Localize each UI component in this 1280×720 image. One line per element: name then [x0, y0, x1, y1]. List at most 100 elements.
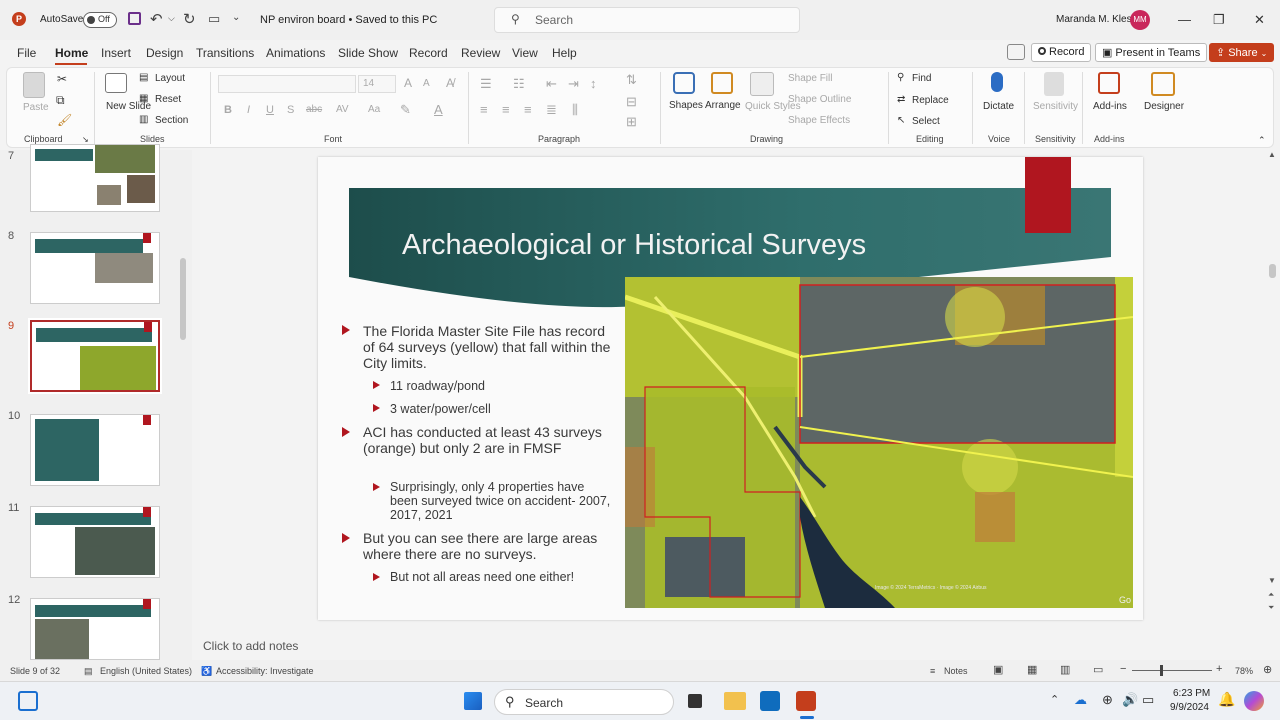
highlight-icon[interactable]: ✎: [400, 102, 411, 118]
numbering-icon[interactable]: ☷: [513, 76, 525, 92]
quick-styles-button[interactable]: Quick Styles: [745, 100, 801, 113]
slide-thumbnail-12[interactable]: [30, 598, 160, 660]
network-icon[interactable]: ⊕: [1102, 692, 1113, 708]
zoom-level[interactable]: 78%: [1235, 666, 1253, 676]
increase-indent-icon[interactable]: ⇥: [568, 76, 579, 92]
restore-icon[interactable]: ❐: [1213, 12, 1225, 28]
reading-view-icon[interactable]: ▥: [1060, 663, 1070, 676]
smartart-icon[interactable]: ⊞: [626, 114, 637, 130]
bullet-text[interactable]: ACI has conducted at least 43 surveys (o…: [363, 424, 613, 456]
zoom-slider-thumb[interactable]: [1160, 665, 1163, 676]
document-title[interactable]: NP environ board • Saved to this PC: [260, 14, 437, 26]
increase-font-icon[interactable]: A: [404, 76, 412, 90]
microphone-icon[interactable]: [991, 72, 1003, 92]
present-in-teams-button[interactable]: ▣ Present in Teams: [1095, 43, 1208, 62]
section-button[interactable]: Section: [155, 115, 188, 126]
start-from-beginning-icon[interactable]: ▭: [208, 11, 220, 27]
onedrive-icon[interactable]: ☁: [1074, 692, 1087, 708]
user-name[interactable]: Maranda M. Kles: [1056, 14, 1132, 25]
slide-thumbnail-11[interactable]: [30, 506, 160, 578]
columns-icon[interactable]: ⫼: [572, 102, 578, 118]
clear-formatting-icon[interactable]: A̸: [446, 76, 454, 90]
record-button[interactable]: Record: [1031, 43, 1092, 62]
align-text-icon[interactable]: ⊟: [626, 94, 637, 110]
tab-record[interactable]: Record: [409, 46, 448, 60]
italic-button[interactable]: I: [247, 104, 250, 116]
designer-button[interactable]: Designer: [1144, 101, 1184, 112]
font-name-combobox[interactable]: [218, 75, 356, 93]
change-case-icon[interactable]: Aa: [368, 104, 380, 115]
zoom-in-icon[interactable]: +: [1216, 663, 1222, 675]
dictate-button[interactable]: Dictate: [983, 101, 1014, 112]
clock-date[interactable]: 9/9/2024: [1170, 702, 1209, 713]
align-left-icon[interactable]: ≡: [480, 102, 488, 117]
scroll-up-icon[interactable]: ▲: [1268, 150, 1276, 159]
bullet-text[interactable]: The Florida Master Site File has record …: [363, 323, 613, 371]
quick-styles-icon[interactable]: [750, 72, 774, 96]
font-color-icon[interactable]: A: [434, 102, 443, 117]
accessibility-status[interactable]: Accessibility: Investigate: [216, 666, 314, 676]
sub-bullet-text[interactable]: Surprisingly, only 4 properties have bee…: [390, 480, 612, 522]
notes-pane[interactable]: Click to add notes: [192, 632, 1280, 659]
text-direction-icon[interactable]: ⇅: [626, 72, 637, 88]
sensitivity-icon[interactable]: [1044, 72, 1064, 96]
slide-thumbnail-9[interactable]: [28, 318, 162, 394]
previous-slide-icon[interactable]: ⏶: [1268, 590, 1274, 600]
tab-design[interactable]: Design: [146, 46, 183, 60]
sub-bullet-text[interactable]: 3 water/power/cell: [390, 402, 610, 416]
autosave-toggle[interactable]: Off: [83, 12, 117, 28]
save-icon[interactable]: [128, 12, 141, 25]
tab-file[interactable]: File: [17, 46, 36, 60]
scroll-thumb[interactable]: [1269, 264, 1276, 278]
new-slide-button[interactable]: New Slide: [106, 100, 151, 113]
replace-button[interactable]: Replace: [912, 95, 949, 106]
notes-icon[interactable]: ≡: [930, 666, 935, 676]
addins-button[interactable]: Add-ins: [1093, 101, 1127, 112]
slide-scrollbar[interactable]: [1266, 150, 1280, 630]
slide-sorter-icon[interactable]: ▦: [1027, 663, 1037, 676]
reset-button[interactable]: Reset: [155, 94, 181, 105]
slide-canvas[interactable]: Archaeological or Historical Surveys The…: [318, 157, 1143, 620]
tab-transitions[interactable]: Transitions: [196, 46, 254, 60]
designer-icon[interactable]: [1151, 72, 1175, 96]
normal-view-icon[interactable]: ▣: [993, 663, 1003, 676]
strikethrough-icon[interactable]: abc: [306, 104, 322, 115]
close-icon[interactable]: ✕: [1254, 12, 1265, 28]
tab-animations[interactable]: Animations: [266, 46, 325, 60]
decrease-font-icon[interactable]: A: [423, 78, 430, 89]
collapse-ribbon-icon[interactable]: ⌃: [1258, 135, 1266, 146]
clock-time[interactable]: 6:23 PM: [1173, 688, 1210, 699]
spelling-icon[interactable]: ▤: [84, 666, 93, 677]
minimize-icon[interactable]: —: [1178, 12, 1191, 27]
new-slide-icon[interactable]: [105, 73, 127, 93]
avatar[interactable]: MM: [1130, 10, 1150, 30]
slide-title[interactable]: Archaeological or Historical Surveys: [402, 229, 866, 262]
scroll-down-icon[interactable]: ▼: [1268, 576, 1276, 585]
show-hidden-icons-icon[interactable]: ⌃: [1050, 693, 1059, 706]
powerpoint-taskbar-icon[interactable]: [796, 691, 816, 711]
shape-outline-button[interactable]: Shape Outline: [788, 94, 851, 105]
slide-thumbnail-10[interactable]: [30, 414, 160, 486]
widgets-icon[interactable]: [18, 691, 38, 711]
tab-slide-show[interactable]: Slide Show: [338, 46, 398, 60]
shapes-icon[interactable]: [673, 72, 695, 94]
file-explorer-icon[interactable]: [724, 692, 746, 710]
notes-button[interactable]: Notes: [944, 666, 968, 676]
arrange-button[interactable]: Arrange: [705, 100, 741, 111]
arrange-icon[interactable]: [711, 72, 733, 94]
task-view-icon[interactable]: [688, 694, 702, 708]
redo-icon[interactable]: ↻: [183, 10, 196, 28]
copy-icon[interactable]: ⧉: [56, 93, 65, 108]
sub-bullet-text[interactable]: 11 roadway/pond: [390, 379, 610, 393]
cut-icon[interactable]: ✂: [57, 72, 67, 86]
accessibility-icon[interactable]: ♿: [201, 666, 212, 677]
fit-to-window-icon[interactable]: ⊕: [1263, 663, 1272, 676]
layout-button[interactable]: Layout: [155, 73, 185, 84]
tab-review[interactable]: Review: [461, 46, 500, 60]
align-center-icon[interactable]: ≡: [502, 102, 510, 117]
search-box[interactable]: ⚲ Search: [494, 7, 800, 33]
bullets-icon[interactable]: ☰: [480, 76, 492, 92]
format-painter-icon[interactable]: 🖌: [57, 113, 72, 127]
tab-help[interactable]: Help: [552, 46, 577, 60]
font-size-combobox[interactable]: 14: [358, 75, 396, 93]
